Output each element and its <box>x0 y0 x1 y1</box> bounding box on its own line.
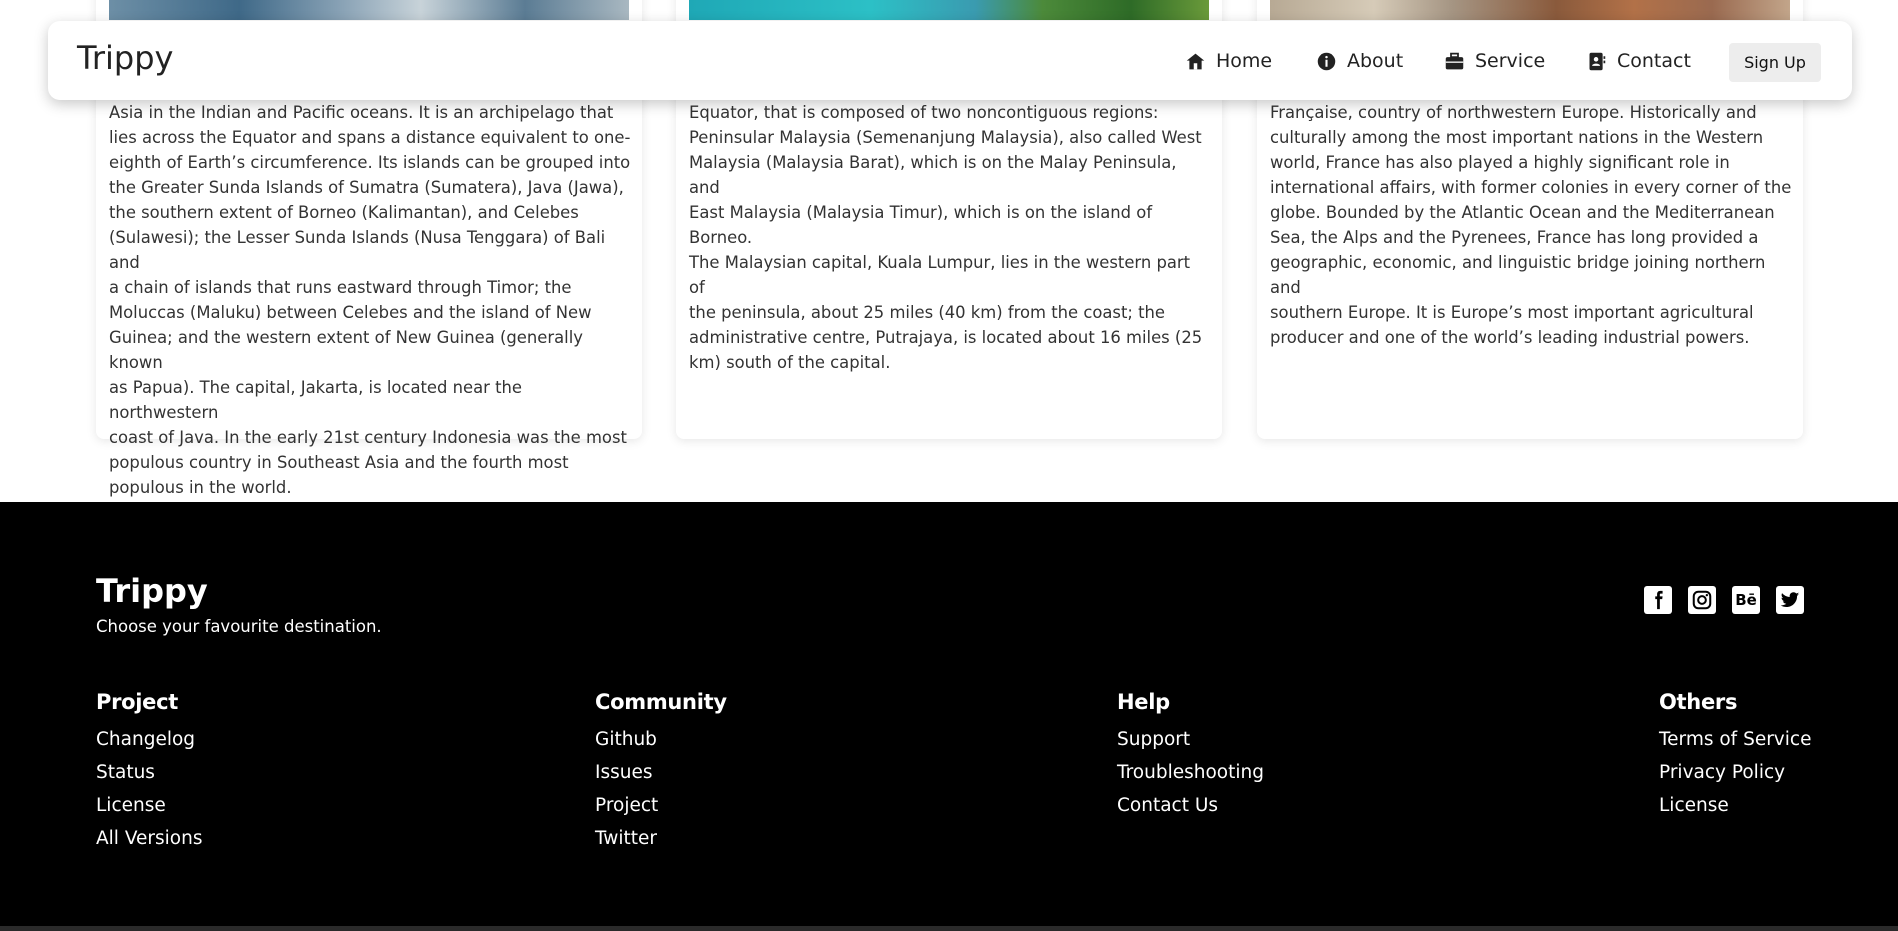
text-line: Peninsular Malaysia (Semenanjung Malaysi… <box>689 128 1202 147</box>
behance-icon[interactable]: Bē <box>1732 586 1760 614</box>
footer-link-github[interactable]: Github <box>595 726 727 759</box>
page: Asia in the Indian and Pacific oceans. I… <box>0 0 1898 931</box>
text-line: (Sulawesi); the Lesser Sunda Islands (Nu… <box>109 228 606 272</box>
text-line: populous country in Southeast Asia and t… <box>109 453 569 472</box>
footer: Trippy Choose your favourite destination… <box>0 502 1898 926</box>
text-line: Malaysia (Malaysia Barat), which is on t… <box>689 153 1177 197</box>
home-icon <box>1186 53 1205 69</box>
malaysia-image <box>689 0 1209 20</box>
text-line: eighth of Earth’s circumference. Its isl… <box>109 153 631 172</box>
text-line: geographic, economic, and linguistic bri… <box>1270 253 1766 297</box>
twitter-icon[interactable] <box>1776 586 1804 614</box>
navbar: Trippy Home About Service Contact Sign U… <box>48 21 1852 100</box>
footer-column-title: Project <box>96 690 179 714</box>
footer-link-troubleshooting[interactable]: Troubleshooting <box>1117 759 1264 792</box>
footer-link-privacy[interactable]: Privacy Policy <box>1659 759 1811 792</box>
text-line: Equator, that is composed of two noncont… <box>689 103 1159 122</box>
footer-column-title: Community <box>595 690 727 714</box>
footer-link-support[interactable]: Support <box>1117 726 1264 759</box>
briefcase-icon <box>1445 52 1464 69</box>
brand-logo[interactable]: Trippy <box>77 39 173 77</box>
footer-column-help: Help Support Troubleshooting Contact Us <box>1117 690 1264 825</box>
text-line: Asia in the Indian and Pacific oceans. I… <box>109 103 614 122</box>
footer-link-all-versions[interactable]: All Versions <box>96 825 202 858</box>
footer-link-license[interactable]: License <box>96 792 202 825</box>
instagram-icon[interactable] <box>1688 586 1716 614</box>
text-line: the southern extent of Borneo (Kalimanta… <box>109 203 579 222</box>
contact-card-icon <box>1589 52 1606 70</box>
text-line: lies across the Equator and spans a dist… <box>109 128 631 147</box>
nav-home[interactable]: Home <box>1185 47 1272 75</box>
footer-link-issues[interactable]: Issues <box>595 759 727 792</box>
text-line: producer and one of the world’s leading … <box>1270 328 1750 347</box>
text-line: the peninsula, about 25 miles (40 km) fr… <box>689 303 1166 322</box>
text-line: The Malaysian capital, Kuala Lumpur, lie… <box>689 253 1191 297</box>
text-line: coast of Java. In the early 21st century… <box>109 428 627 447</box>
footer-link-license[interactable]: License <box>1659 792 1811 825</box>
footer-link-terms[interactable]: Terms of Service <box>1659 726 1811 759</box>
facebook-icon[interactable] <box>1644 586 1672 614</box>
text-line: Française, country of northwestern Europ… <box>1270 103 1757 122</box>
card-description: Asia in the Indian and Pacific oceans. I… <box>109 100 631 500</box>
text-line: globe. Bounded by the Atlantic Ocean and… <box>1270 203 1775 222</box>
text-line: world, France has also played a highly s… <box>1270 153 1730 172</box>
footer-column-title: Others <box>1659 690 1738 714</box>
footer-link-status[interactable]: Status <box>96 759 202 792</box>
france-image <box>1270 0 1790 20</box>
text-line: a chain of islands that runs eastward th… <box>109 278 572 297</box>
footer-link-contact-us[interactable]: Contact Us <box>1117 792 1264 825</box>
nav-service[interactable]: Service <box>1444 47 1545 75</box>
nav-contact-label: Contact <box>1617 50 1691 72</box>
text-line: Moluccas (Maluku) between Celebes and th… <box>109 303 592 322</box>
text-line: Guinea; and the western extent of New Gu… <box>109 328 583 372</box>
text-line: the Greater Sunda Islands of Sumatra (Su… <box>109 178 624 197</box>
text-line: as Papua). The capital, Jakarta, is loca… <box>109 378 522 422</box>
nav-service-label: Service <box>1475 50 1546 72</box>
footer-link-project[interactable]: Project <box>595 792 727 825</box>
nav-about[interactable]: About <box>1316 47 1403 75</box>
footer-column-title: Help <box>1117 690 1170 714</box>
bottom-bar <box>0 926 1898 931</box>
nav-about-label: About <box>1347 50 1404 72</box>
text-line: km) south of the capital. <box>689 353 891 372</box>
footer-column-project: Project Changelog Status License All Ver… <box>96 690 202 858</box>
footer-link-changelog[interactable]: Changelog <box>96 726 202 759</box>
text-line: international affairs, with former colon… <box>1270 178 1792 197</box>
footer-brand: Trippy <box>96 572 208 610</box>
text-line: populous in the world. <box>109 478 292 497</box>
text-line: East Malaysia (Malaysia Timur), which is… <box>689 203 1153 247</box>
nav-contact[interactable]: Contact <box>1586 47 1691 75</box>
text-line: culturally among the most important nati… <box>1270 128 1764 147</box>
card-description: Equator, that is composed of two noncont… <box>689 100 1211 375</box>
text-line: Sea, the Alps and the Pyrenees, France h… <box>1270 228 1759 247</box>
sign-up-button[interactable]: Sign Up <box>1729 43 1821 82</box>
footer-tagline: Choose your favourite destination. <box>96 617 382 636</box>
card-description: Française, country of northwestern Europ… <box>1270 100 1792 350</box>
nav-home-label: Home <box>1216 50 1273 72</box>
indonesia-image <box>109 0 629 20</box>
footer-column-community: Community Github Issues Project Twitter <box>595 690 727 858</box>
social-links: Bē <box>1644 586 1804 614</box>
info-icon <box>1317 52 1336 70</box>
footer-column-others: Others Terms of Service Privacy Policy L… <box>1659 690 1811 825</box>
footer-link-twitter[interactable]: Twitter <box>595 825 727 858</box>
text-line: administrative centre, Putrajaya, is loc… <box>689 328 1203 347</box>
text-line: southern Europe. It is Europe’s most imp… <box>1270 303 1754 322</box>
